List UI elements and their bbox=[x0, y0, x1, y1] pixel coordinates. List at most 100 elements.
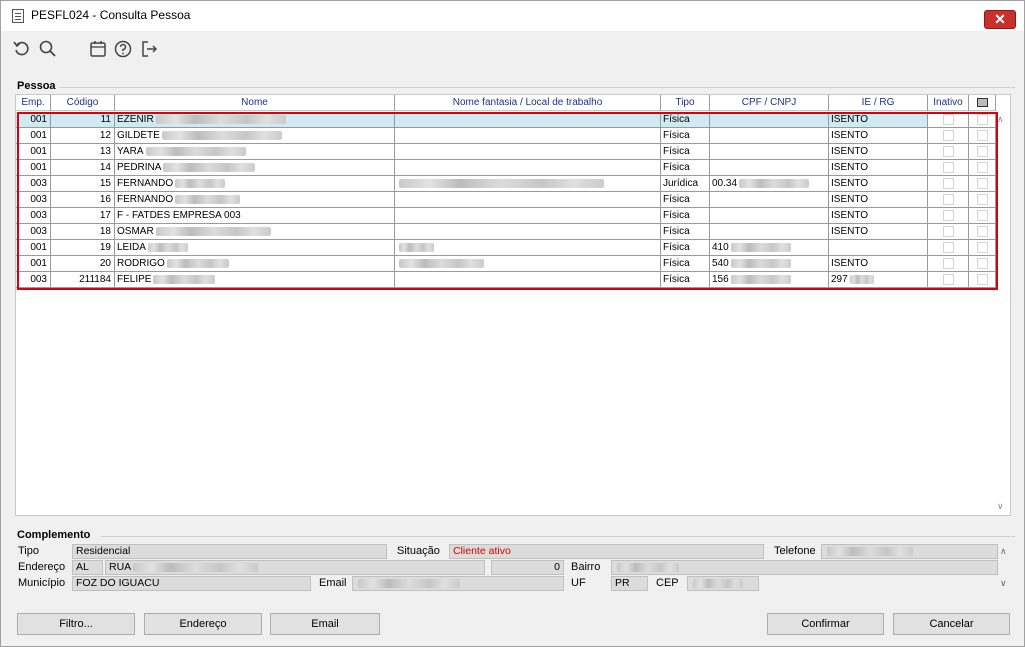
inativo-checkbox[interactable] bbox=[942, 274, 954, 285]
search-icon[interactable] bbox=[38, 39, 58, 59]
select-checkbox[interactable] bbox=[976, 130, 988, 141]
table-row[interactable]: 003 16 FERNANDO Física ISENTO bbox=[16, 192, 996, 208]
cell-codigo-text: 19 bbox=[99, 242, 111, 253]
select-checkbox[interactable] bbox=[976, 274, 988, 285]
scroll-down-icon[interactable]: ∨ bbox=[997, 501, 1004, 512]
table-row[interactable]: 001 20 RODRIGO Física 540 ISENTO bbox=[16, 256, 996, 272]
column-header[interactable]: Tipo bbox=[661, 95, 710, 111]
select-checkbox[interactable] bbox=[976, 210, 988, 221]
complemento-scroll-up-icon[interactable]: ∧ bbox=[1000, 546, 1007, 557]
select-checkbox[interactable] bbox=[976, 194, 988, 205]
endereco-button[interactable]: Endereço bbox=[144, 613, 262, 635]
close-button[interactable]: ✕ bbox=[984, 10, 1016, 29]
cell-codigo-text: 17 bbox=[99, 210, 111, 221]
endereco-numero-field: 0 bbox=[491, 560, 564, 575]
inativo-checkbox[interactable] bbox=[942, 146, 954, 157]
select-all-icon[interactable] bbox=[976, 98, 988, 107]
table-row[interactable]: 001 12 GILDETE Física ISENTO bbox=[16, 128, 996, 144]
complemento-scroll-down-icon[interactable]: ∨ bbox=[1000, 578, 1007, 589]
inativo-checkbox[interactable] bbox=[942, 162, 954, 173]
inativo-checkbox[interactable] bbox=[942, 114, 954, 125]
cell-cpf: 156 bbox=[710, 272, 829, 287]
cell-ie-text: ISENTO bbox=[831, 146, 869, 157]
redacted-text bbox=[166, 258, 229, 268]
cell-tipo-text: Física bbox=[663, 274, 690, 285]
select-checkbox[interactable] bbox=[976, 226, 988, 237]
cell-tipo-text: Física bbox=[663, 226, 690, 237]
cell-inativo bbox=[928, 128, 969, 143]
cell-emp-text: 001 bbox=[30, 146, 47, 157]
help-icon[interactable] bbox=[113, 39, 133, 59]
municipio-label: Município bbox=[18, 577, 66, 589]
email-button[interactable]: Email bbox=[270, 613, 380, 635]
cell-emp-text: 001 bbox=[30, 258, 47, 269]
cell-select bbox=[969, 192, 996, 207]
cell-codigo: 20 bbox=[51, 256, 115, 271]
cell-emp: 001 bbox=[16, 160, 51, 175]
column-header[interactable]: IE / RG bbox=[829, 95, 928, 111]
cell-nome: RODRIGO bbox=[115, 256, 395, 271]
cancelar-button[interactable]: Cancelar bbox=[893, 613, 1010, 635]
table-row[interactable]: 003 15 FERNANDO Jurídica 00.34 ISENTO bbox=[16, 176, 996, 192]
cell-inativo bbox=[928, 256, 969, 271]
vertical-scrollbar[interactable]: ∧ ∨ bbox=[995, 112, 1009, 514]
pessoa-grid[interactable]: Emp. Código Nome Nome fantasia / Local de t… bbox=[15, 94, 1011, 516]
column-header[interactable] bbox=[969, 95, 996, 111]
table-row[interactable]: 003 18 OSMAR Física ISENTO bbox=[16, 224, 996, 240]
select-checkbox[interactable] bbox=[976, 178, 988, 189]
table-row[interactable]: 001 13 YARA Física ISENTO bbox=[16, 144, 996, 160]
cell-fantasia bbox=[395, 240, 661, 255]
select-checkbox[interactable] bbox=[976, 146, 988, 157]
inativo-checkbox[interactable] bbox=[942, 194, 954, 205]
cell-tipo: Física bbox=[661, 256, 710, 271]
column-header[interactable]: Nome bbox=[115, 95, 395, 111]
table-row[interactable]: 001 19 LEIDA Física 410 bbox=[16, 240, 996, 256]
cell-select bbox=[969, 256, 996, 271]
select-checkbox[interactable] bbox=[976, 162, 988, 173]
calendar-icon[interactable] bbox=[88, 39, 108, 59]
column-header[interactable]: Código bbox=[51, 95, 115, 111]
cell-nome-text: GILDETE bbox=[117, 130, 160, 141]
cell-codigo-text: 211184 bbox=[79, 274, 111, 285]
table-row[interactable]: 001 11 EZENIR Física ISENTO bbox=[16, 112, 996, 128]
cell-fantasia bbox=[395, 256, 661, 271]
bairro-field bbox=[611, 560, 998, 575]
cell-tipo: Física bbox=[661, 160, 710, 175]
exit-icon[interactable] bbox=[139, 39, 159, 59]
filtro-button[interactable]: Filtro... bbox=[17, 613, 135, 635]
select-checkbox[interactable] bbox=[976, 242, 988, 253]
column-header[interactable]: CPF / CNPJ bbox=[710, 95, 829, 111]
cell-nome-text: FERNANDO bbox=[117, 194, 174, 205]
column-header[interactable]: Inativo bbox=[928, 95, 969, 111]
refresh-icon[interactable] bbox=[12, 39, 32, 59]
column-header[interactable]: Nome fantasia / Local de trabalho bbox=[395, 95, 661, 111]
cell-select bbox=[969, 240, 996, 255]
inativo-checkbox[interactable] bbox=[942, 178, 954, 189]
scroll-up-icon[interactable]: ∧ bbox=[997, 114, 1004, 125]
inativo-checkbox[interactable] bbox=[942, 210, 954, 221]
inativo-checkbox[interactable] bbox=[942, 242, 954, 253]
inativo-checkbox[interactable] bbox=[942, 226, 954, 237]
table-row[interactable]: 003 17 F - FATDES EMPRESA 003 Física ISENTO bbox=[16, 208, 996, 224]
cell-inativo bbox=[928, 176, 969, 191]
inativo-checkbox[interactable] bbox=[942, 130, 954, 141]
situacao-label: Situação bbox=[397, 545, 440, 557]
cell-tipo: Física bbox=[661, 192, 710, 207]
cell-emp-text: 001 bbox=[30, 130, 47, 141]
document-icon bbox=[12, 9, 24, 23]
cell-nome: LEIDA bbox=[115, 240, 395, 255]
table-row[interactable]: 001 14 PEDRINA Física ISENTO bbox=[16, 160, 996, 176]
inativo-checkbox[interactable] bbox=[942, 258, 954, 269]
cell-codigo-text: 15 bbox=[99, 178, 111, 189]
cell-fantasia bbox=[395, 192, 661, 207]
select-checkbox[interactable] bbox=[976, 114, 988, 125]
column-header[interactable]: Emp. bbox=[16, 95, 51, 111]
cell-nome-text: FERNANDO bbox=[117, 178, 174, 189]
cell-emp: 001 bbox=[16, 144, 51, 159]
table-row[interactable]: 003 211184 FELIPE Física 156 297 bbox=[16, 272, 996, 288]
cell-ie-text: ISENTO bbox=[831, 194, 869, 205]
select-checkbox[interactable] bbox=[976, 258, 988, 269]
confirmar-button[interactable]: Confirmar bbox=[767, 613, 884, 635]
cell-cpf bbox=[710, 160, 829, 175]
window-title: PESFL024 - Consulta Pessoa bbox=[31, 8, 191, 22]
